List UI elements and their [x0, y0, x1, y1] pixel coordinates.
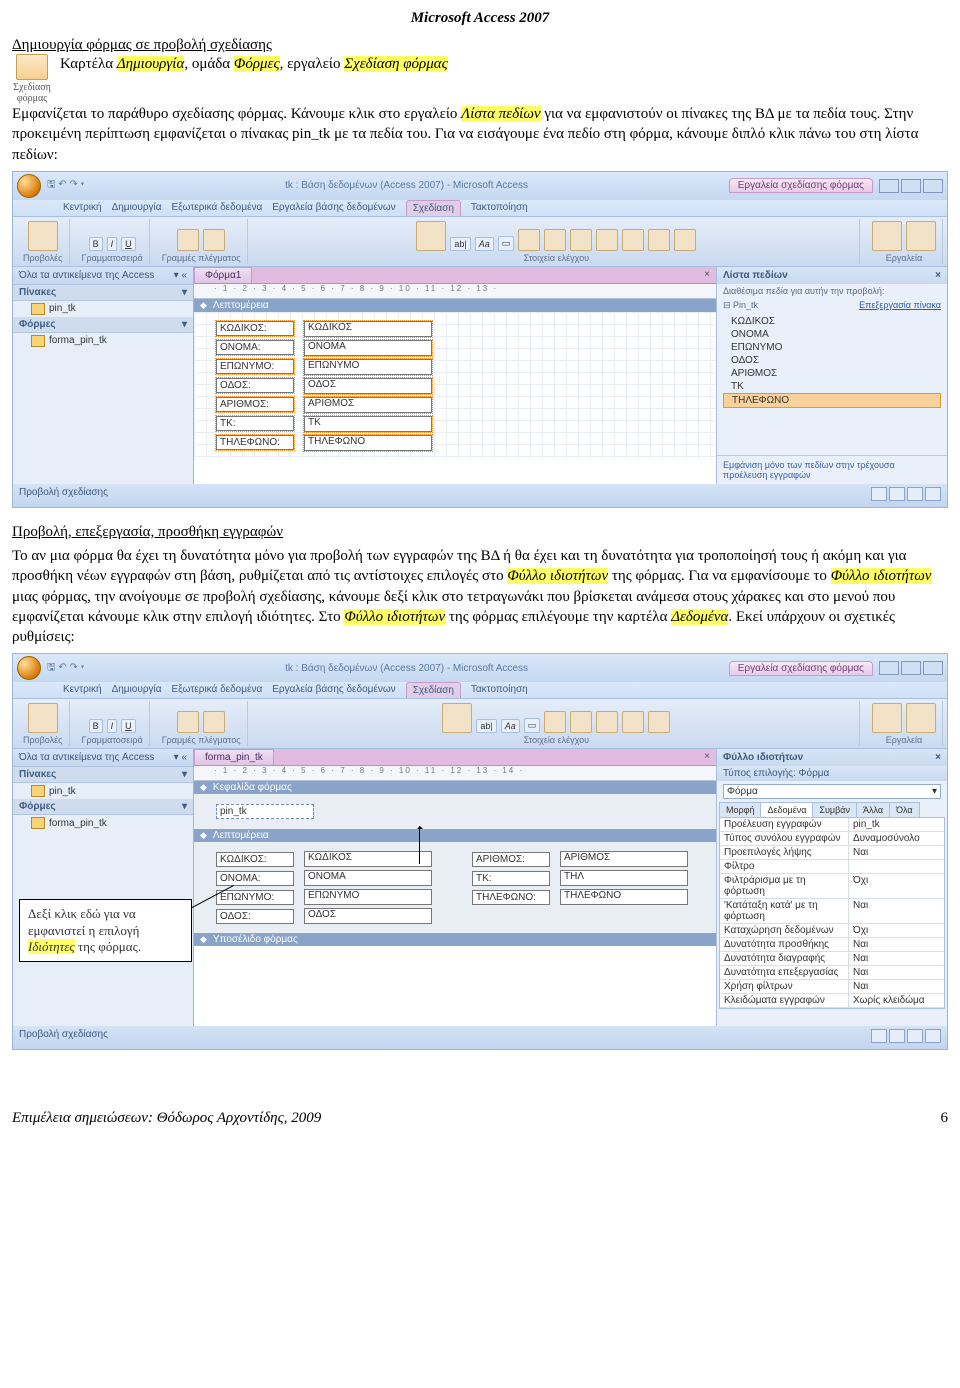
label-icon[interactable] — [544, 229, 566, 251]
intro-line: Καρτέλα Δημιουργία, ομάδα Φόρμες, εργαλε… — [60, 54, 448, 74]
callout-box: Δεξί κλικ εδώ για να εμφανιστεί η επιλογ… — [19, 899, 192, 962]
office-button-icon[interactable] — [17, 656, 41, 680]
gridlines-icon[interactable] — [203, 229, 225, 251]
office-button-icon[interactable] — [17, 174, 41, 198]
form-tab[interactable]: Φόρμα1 — [194, 267, 252, 283]
property-row[interactable]: Δυνατότητα προσθήκηςΝαι — [720, 938, 944, 952]
property-row[interactable]: 'Κατάταξη κατά' με τη φόρτωσηΝαι — [720, 899, 944, 924]
design-area[interactable]: · 1 · 2 · 3 · 4 · 5 · 6 · 7 · 8 · 9 · 10… — [194, 284, 716, 484]
section1-title: Δημιουργία φόρμας σε προβολή σχεδίασης — [12, 37, 948, 54]
screenshot-2: 🖫 ↶ ↷ ▾ tk : Βάση δεδομένων (Access 2007… — [12, 653, 948, 1050]
paragraph1: Εμφανίζεται το παράθυρο σχεδίασης φόρμας… — [12, 104, 948, 165]
logo-icon[interactable] — [416, 221, 446, 251]
close-icon[interactable]: × — [935, 270, 941, 281]
property-sheet[interactable]: Φύλλο ιδιοτήτων× Τύπος επιλογής: Φόρμα Φ… — [716, 749, 947, 1026]
chevron-down-icon[interactable]: ▾ — [932, 786, 937, 797]
nav-pane[interactable]: Όλα τα αντικείμενα της Access▾ « Πίνακες… — [13, 267, 194, 484]
title-icon[interactable] — [177, 229, 199, 251]
section-detail: Λεπτομέρεια — [194, 299, 716, 312]
ribbon-tabs[interactable]: Κεντρική Δημιουργία Εξωτερικά δεδομένα Ε… — [13, 200, 947, 216]
view-switch-icons[interactable] — [869, 487, 941, 504]
property-row[interactable]: Φίλτρο — [720, 860, 944, 874]
close-icon[interactable]: × — [935, 752, 941, 763]
property-row[interactable]: Προεπιλογές λήψηςΝαι — [720, 846, 944, 860]
titlebar: 🖫 ↶ ↷ ▾ tk : Βάση δεδομένων (Access 2007… — [13, 172, 947, 200]
screenshot-1: 🖫 ↶ ↷ ▾ tk : Βάση δεδομένων (Access 2007… — [12, 171, 948, 508]
section2-title: Προβολή, επεξεργασία, προσθήκη εγγραφών — [12, 522, 948, 542]
view-switch-icons[interactable] — [869, 1029, 941, 1046]
property-tabs[interactable]: Μορφή Δεδομένα Συμβάν Άλλα Όλα — [719, 802, 945, 817]
page-footer: Επιμέλεια σημειώσεων: Θόδωρος Αρχοντίδης… — [12, 1110, 948, 1127]
intro-block: Σχεδίαση φόρμας Καρτέλα Δημιουργία, ομάδ… — [12, 54, 948, 104]
field-list-panel[interactable]: Λίστα πεδίων× Διαθέσιμα πεδία για αυτήν … — [716, 267, 947, 484]
ribbon: Προβολές BIUΓραμματοσειρά Γραμμές πλέγμα… — [13, 216, 947, 267]
button-icon[interactable] — [570, 229, 592, 251]
close-icon[interactable]: × — [698, 267, 716, 283]
property-row[interactable]: Χρήση φίλτρωνΝαι — [720, 980, 944, 994]
property-row[interactable]: Φιλτράρισμα με τη φόρτωσηΌχι — [720, 874, 944, 899]
close-icon[interactable]: × — [698, 749, 716, 765]
contextual-tab: Εργαλεία σχεδίασης φόρμας — [729, 178, 873, 193]
textbox-icon[interactable] — [518, 229, 540, 251]
property-sheet-icon[interactable] — [906, 221, 936, 251]
callout-arrow — [419, 826, 421, 864]
property-row[interactable]: Δυνατότητα διαγραφήςΝαι — [720, 952, 944, 966]
nav-item-form[interactable]: forma_pin_tk — [13, 333, 193, 349]
property-row[interactable]: Προέλευση εγγραφώνpin_tk — [720, 818, 944, 832]
field-list-icon[interactable] — [872, 221, 902, 251]
property-row[interactable]: Τύπος συνόλου εγγραφώνΔυναμοσύνολο — [720, 832, 944, 846]
form-design-icon: Σχεδίαση φόρμας — [12, 54, 52, 104]
property-row[interactable]: Καταχώρηση δεδομένωνΌχι — [720, 924, 944, 938]
property-row[interactable]: Κλειδώματα εγγραφώνΧωρίς κλειδώμα — [720, 994, 944, 1008]
property-row[interactable]: Δυνατότητα επεξεργασίαςΝαι — [720, 966, 944, 980]
window-controls[interactable] — [879, 661, 943, 675]
ruler-h: · 1 · 2 · 3 · 4 · 5 · 6 · 7 · 8 · 9 · 10… — [194, 284, 716, 299]
paragraph2: Το αν μια φόρμα θα έχει τη δυνατότητα μό… — [12, 546, 948, 647]
nav-item-table[interactable]: pin_tk — [13, 301, 193, 317]
window-controls[interactable] — [879, 179, 943, 193]
view-icon[interactable] — [28, 221, 58, 251]
page-header: Microsoft Access 2007 — [12, 10, 948, 27]
